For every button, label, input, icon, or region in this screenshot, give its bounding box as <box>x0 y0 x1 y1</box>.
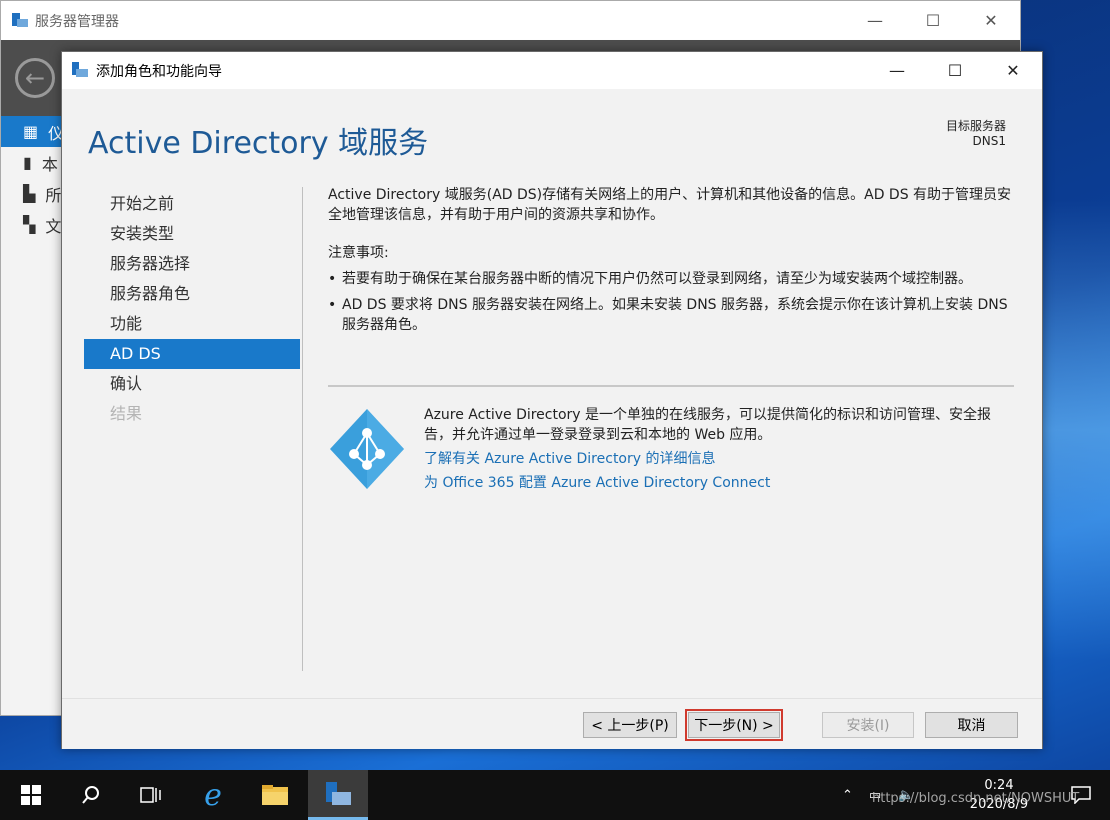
wizard-close-button[interactable]: ✕ <box>984 52 1042 89</box>
close-button[interactable]: ✕ <box>962 1 1020 40</box>
sidebar-item-local-server[interactable]: ▮ 本 <box>1 147 63 178</box>
task-view-icon <box>140 787 161 803</box>
nav-item-before-you-begin[interactable]: 开始之前 <box>84 189 300 219</box>
servers-icon: ▙ <box>23 184 36 203</box>
target-server-value: DNS1 <box>972 134 1006 148</box>
wizard-body: Active Directory 域服务 目标服务器 DNS1 开始之前 安装类… <box>62 89 1042 698</box>
nav-item-installation-type[interactable]: 安装类型 <box>84 219 300 249</box>
bullet-icon: • <box>328 297 337 313</box>
next-button[interactable]: 下一步(N) > <box>685 709 783 741</box>
bullet-icon: • <box>328 271 337 287</box>
watermark-text: https://blog.csdn.net/NOWSHUT <box>872 791 1080 806</box>
sidebar-item-dashboard[interactable]: ▦ 仪 <box>1 116 64 147</box>
server-manager-taskbar-button[interactable] <box>308 770 368 820</box>
notes-title: 注意事项: <box>328 245 389 261</box>
target-server-label: 目标服务器 <box>945 119 1006 133</box>
sidebar-item-file-services[interactable]: ▚ 文 <box>1 209 63 240</box>
page-title: Active Directory 域服务 <box>88 126 429 161</box>
wizard-title: 添加角色和功能向导 <box>96 63 222 80</box>
nav-item-server-selection[interactable]: 服务器选择 <box>84 249 300 279</box>
server-manager-title: 服务器管理器 <box>35 13 119 30</box>
azure-description: Azure Active Directory 是一个单独的在线服务，可以提供简化… <box>424 407 992 443</box>
nav-item-confirmation[interactable]: 确认 <box>84 369 300 399</box>
folder-icon <box>262 785 288 805</box>
maximize-button[interactable]: ☐ <box>904 1 962 40</box>
wizard-titlebar: 添加角色和功能向导 — ☐ ✕ <box>62 52 1042 89</box>
server-manager-icon <box>12 13 28 27</box>
nav-item-features[interactable]: 功能 <box>84 309 300 339</box>
minimize-button[interactable]: — <box>846 1 904 40</box>
server-manager-sidebar: ▦ 仪 ▮ 本 ▙ 所 ▚ 文 <box>1 116 64 240</box>
ad-ds-description: Active Directory 域服务(AD DS)存储有关网络上的用户、计算… <box>328 185 1018 335</box>
server-manager-titlebar: 服务器管理器 — ☐ ✕ <box>1 1 1020 40</box>
task-view-button[interactable] <box>126 770 176 820</box>
install-button: 安装(I) <box>822 712 914 738</box>
chevron-up-icon[interactable]: ⌃ <box>842 788 853 803</box>
target-server: 目标服务器 DNS1 <box>946 119 1006 149</box>
azure-learn-more-link[interactable]: 了解有关 Azure Active Directory 的详细信息 <box>424 449 1018 469</box>
nav-item-server-roles[interactable]: 服务器角色 <box>84 279 300 309</box>
azure-ad-connect-link[interactable]: 为 Office 365 配置 Azure Active Directory C… <box>424 473 1018 493</box>
internet-explorer-button[interactable]: e <box>188 770 238 820</box>
wizard-nav: 开始之前 安装类型 服务器选择 服务器角色 功能 AD DS 确认 结果 <box>84 189 300 429</box>
azure-ad-icon <box>330 409 404 489</box>
dashboard-icon: ▦ <box>23 122 39 141</box>
previous-button[interactable]: < 上一步(P) <box>583 712 677 738</box>
file-services-icon: ▚ <box>23 215 36 234</box>
wizard-footer: < 上一步(P) 下一步(N) > 安装(I) 取消 <box>62 698 1042 749</box>
nav-item-results: 结果 <box>110 404 143 423</box>
file-explorer-button[interactable] <box>250 770 300 820</box>
server-manager-icon <box>326 781 351 805</box>
windows-logo-icon <box>21 785 41 805</box>
desktop-wallpaper-glow <box>1040 200 1110 660</box>
sidebar-item-all-servers[interactable]: ▙ 所 <box>1 178 63 209</box>
wizard-minimize-button[interactable]: — <box>868 52 926 89</box>
back-arrow-icon[interactable]: ← <box>15 58 55 98</box>
note-item: • AD DS 要求将 DNS 服务器安装在网络上。如果未安装 DNS 服务器，系… <box>328 297 1008 333</box>
wizard-app-icon <box>72 62 88 77</box>
start-button[interactable] <box>6 770 56 820</box>
server-icon: ▮ <box>23 153 32 172</box>
note-item: • 若要有助于确保在某台服务器中断的情况下用户仍然可以登录到网络，请至少为域安装两… <box>328 271 972 287</box>
nav-divider <box>302 187 303 671</box>
search-icon <box>82 786 99 804</box>
section-divider <box>328 385 1014 387</box>
cancel-button[interactable]: 取消 <box>925 712 1018 738</box>
nav-item-ad-ds[interactable]: AD DS <box>84 339 300 369</box>
search-button[interactable] <box>66 770 116 820</box>
intro-text: Active Directory 域服务(AD DS)存储有关网络上的用户、计算… <box>328 187 1012 223</box>
add-roles-wizard: 添加角色和功能向导 — ☐ ✕ Active Directory 域服务 目标服… <box>61 51 1043 749</box>
azure-text-block: Azure Active Directory 是一个单独的在线服务，可以提供简化… <box>424 405 1018 493</box>
internet-explorer-icon: e <box>204 777 222 813</box>
wizard-maximize-button[interactable]: ☐ <box>926 52 984 89</box>
